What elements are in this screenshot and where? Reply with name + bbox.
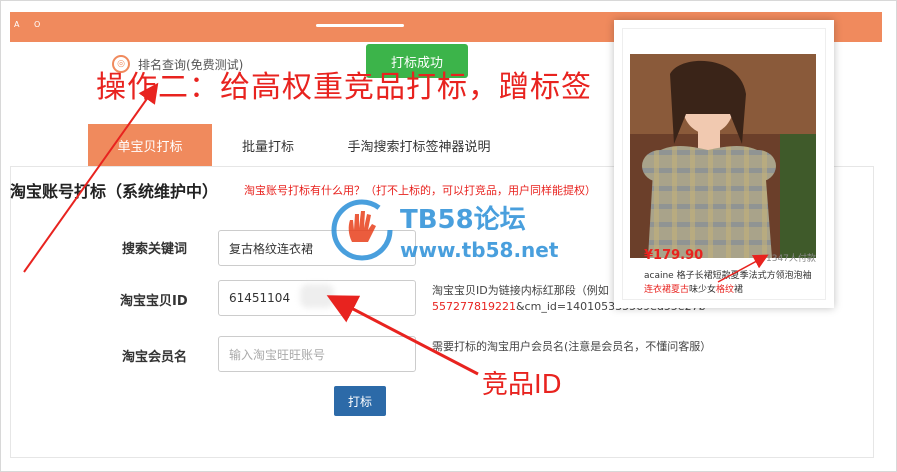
redacted-blur xyxy=(300,284,334,308)
hand-logo-icon xyxy=(331,199,393,261)
tab-batch[interactable]: 批量打标 xyxy=(212,124,324,166)
member-input[interactable]: 输入淘宝旺旺账号 xyxy=(218,336,416,372)
product-title-line1[interactable]: acaine 格子长裙短款夏季法式方领泡泡袖 xyxy=(644,268,812,281)
section-hint-link[interactable]: 淘宝账号打标有什么用？（打不上标的，可以打竞品，用户同样能提权） xyxy=(244,182,596,198)
item-id-label: 淘宝宝贝ID xyxy=(120,294,188,309)
product-title-mid: 味少女 xyxy=(689,285,717,295)
item-id-help: 淘宝宝贝ID为链接内标红那段（例如 xyxy=(432,284,609,297)
product-sold-count: 1347人付款 xyxy=(766,254,816,264)
watermark: TB58论坛 www.tb58.net xyxy=(330,198,558,262)
tab-single-item[interactable]: 单宝贝打标 xyxy=(88,124,212,166)
tab-bar: 单宝贝打标 批量打标 手淘搜索打标签神器说明 xyxy=(88,124,514,166)
top-bar-indicator xyxy=(316,24,404,27)
watermark-text: TB58论坛 www.tb58.net xyxy=(400,199,558,262)
top-bar-dots: A O xyxy=(14,20,47,29)
keyword-label: 搜索关键词 xyxy=(122,242,188,257)
product-image[interactable] xyxy=(630,54,816,258)
annotation-competitor-id: 竞品ID xyxy=(482,370,562,400)
product-price: ¥179.90 xyxy=(644,248,704,263)
member-help: 需要打标的淘宝用户会员名(注意是会员名，不懂问客服） xyxy=(432,340,712,353)
watermark-url: www.tb58.net xyxy=(400,237,559,262)
tab-instructions[interactable]: 手淘搜索打标签神器说明 xyxy=(324,124,514,166)
product-title-end: 裙 xyxy=(734,285,744,295)
submit-mark-button[interactable]: 打标 xyxy=(334,386,386,416)
product-title-line2[interactable]: 连衣裙夏古味少女格纹裙 xyxy=(644,282,743,295)
section-title: 淘宝账号打标（系统维护中） xyxy=(10,182,219,201)
member-label: 淘宝会员名 xyxy=(122,350,188,365)
product-title-red2: 格纹 xyxy=(716,285,735,295)
item-id-example-red: 557277819221 xyxy=(432,300,516,313)
product-title-red1: 连衣裙夏古 xyxy=(644,285,690,295)
watermark-title: TB58论坛 xyxy=(400,204,526,235)
annotation-operation-two: 操作二：给高权重竞品打标，蹭标签 xyxy=(96,70,592,105)
